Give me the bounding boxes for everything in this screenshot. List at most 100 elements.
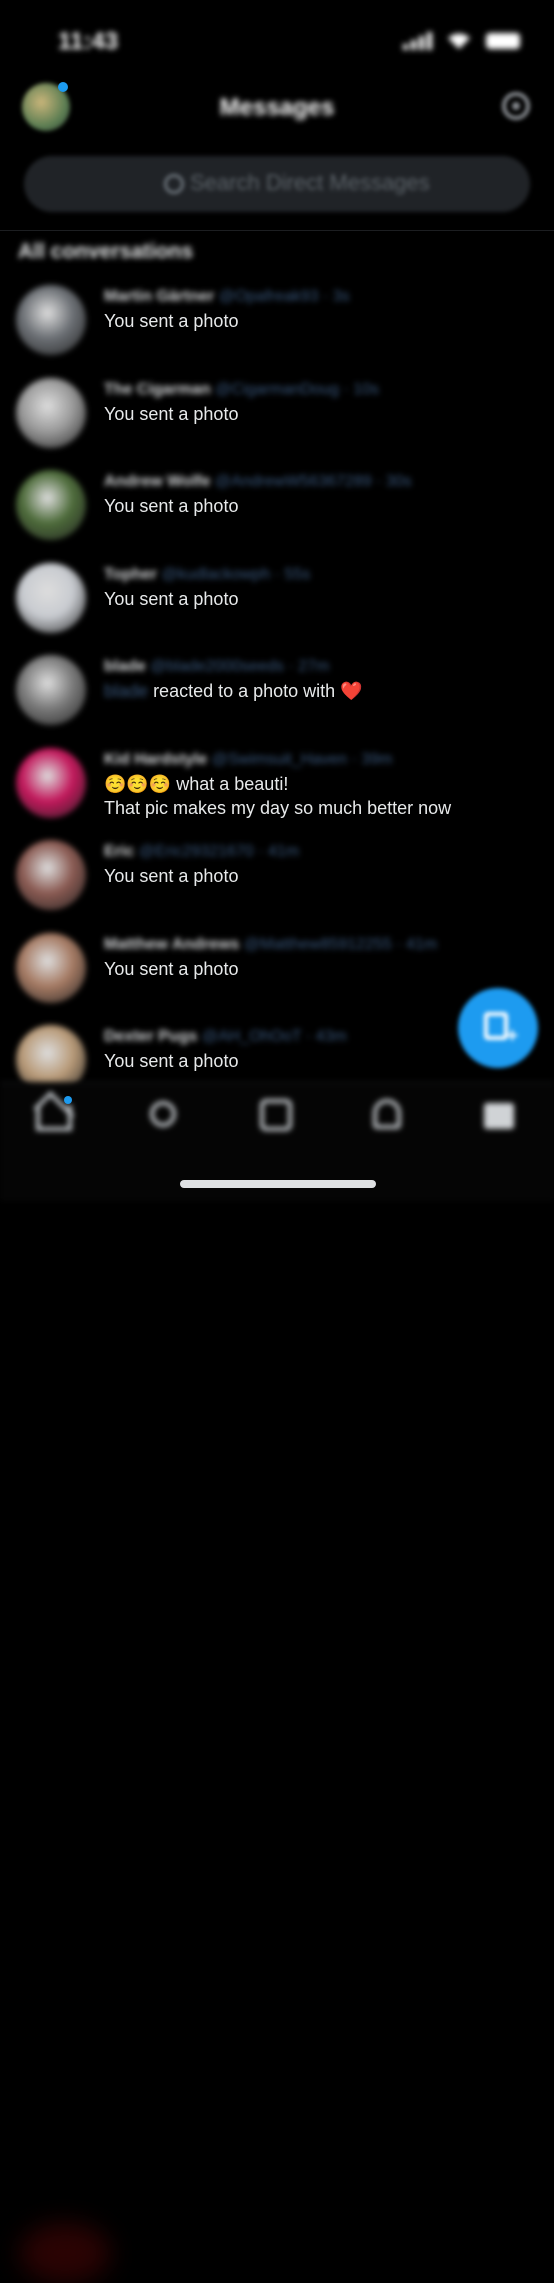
separator-dot: · (270, 565, 285, 583)
conversation-row[interactable]: The Cigarman @CigarmanDoug · 10s You sent… (0, 373, 554, 465)
conversation-row[interactable]: Andrew Wolfe @AndrewW56367289 · 30s You s… (0, 465, 554, 557)
conversation-time: 41m (406, 935, 438, 953)
conversation-row[interactable]: Eric @Eric29321670 · 41m You sent a photo (0, 835, 554, 927)
conversation-handle: @AH_OhOoT (201, 1028, 302, 1045)
conversation-name: The Cigarman (104, 380, 211, 398)
conversation-avatar[interactable] (16, 747, 86, 818)
conversation-preview: ☺️☺️☺️ what a beauti! (104, 774, 288, 795)
conversation-time: 39m (361, 750, 393, 768)
conversation-handle: @kudlackowph (161, 565, 271, 583)
conversation-meta: Topher @kudlackowph · 55s (104, 566, 310, 584)
conversation-meta: Matthew Andrews @Matthew85912255 · 41m (104, 936, 437, 954)
preview-text: You sent a photo (104, 588, 239, 609)
conversation-preview: blade reacted to a photo with ❤️ (104, 681, 363, 702)
separator-dot: · (301, 1028, 316, 1045)
heart-reaction-icon: ❤️ (340, 681, 363, 701)
battery-icon (486, 33, 520, 49)
preview-text: ☺️☺️☺️ what a beauti! (104, 773, 289, 794)
conversation-preview: You sent a photo (104, 404, 238, 425)
search-input[interactable]: Search Direct Messages (190, 170, 430, 196)
conversation-handle: @Swimsuit_Haven (211, 750, 347, 768)
conversation-handle: @AndrewW56367289 (214, 473, 372, 490)
conversation-name: blade (104, 658, 146, 675)
divider (0, 230, 554, 231)
conversation-handle: @Eric29321670 (138, 843, 254, 860)
conversation-meta: blade @blade2000seeds · 27m (104, 658, 329, 676)
conversation-meta: Eric @Eric29321670 · 41m (104, 843, 299, 861)
conversation-preview: You sent a photo (104, 589, 238, 610)
separator-dot: · (339, 380, 354, 398)
separator-dot: · (283, 658, 299, 675)
conversation-meta: Kid Hardstyle @Swimsuit_Haven · 39m (104, 751, 392, 769)
conversation-preview: You sent a photo (104, 496, 238, 517)
explore-search-icon[interactable] (150, 1101, 176, 1127)
conversation-handle: @Opafreak93 (218, 288, 319, 305)
search-bar[interactable]: Search Direct Messages (24, 156, 530, 212)
header: Messages (0, 80, 554, 140)
conversation-avatar[interactable] (16, 840, 86, 910)
conversation-name: Dexter Pugs (104, 1028, 198, 1045)
signal-icon (403, 32, 432, 50)
conversation-handle: @blade2000seeds (150, 658, 284, 675)
preview-text: You sent a photo (104, 496, 239, 516)
conversation-name: Eric (104, 843, 135, 860)
conversation-preview: You sent a photo (104, 959, 238, 980)
preview-text: You sent a photo (104, 958, 239, 979)
page-title: Messages (219, 94, 335, 121)
conversation-preview: You sent a photo (104, 866, 238, 887)
conversation-avatar[interactable] (16, 932, 86, 1003)
separator-dot: · (347, 750, 362, 768)
conversation-row[interactable]: Kid Hardstyle @Swimsuit_Haven · 39m ☺️☺️☺… (0, 743, 554, 835)
separator-dot: · (253, 843, 268, 860)
preview-text: You sent a photo (104, 866, 239, 886)
glow-decoration (20, 2223, 110, 2283)
conversation-handle: @CigarmanDoug (215, 380, 339, 398)
conversation-meta: The Cigarman @CigarmanDoug · 10s (104, 381, 379, 399)
conversation-name: Andrew Wolfe (104, 473, 211, 490)
conversation-preview: You sent a photo (104, 311, 238, 332)
conversation-time: 27m (298, 658, 330, 675)
preview-text: You sent a photo (104, 1051, 239, 1071)
conversation-meta: Andrew Wolfe @AndrewW56367289 · 30s (104, 473, 412, 491)
conversation-time: 43m (315, 1028, 347, 1045)
conversation-avatar[interactable] (16, 470, 86, 540)
status-bar: 11:43 (0, 0, 554, 80)
conversation-time: 55s (284, 565, 311, 583)
new-message-button[interactable] (458, 988, 538, 1068)
notifications-bell-icon[interactable] (373, 1099, 401, 1129)
conversation-row[interactable]: blade @blade2000seeds · 27m blade reacted… (0, 650, 554, 742)
preview-text: You sent a photo (104, 403, 239, 424)
preview-blurred-name: blade (104, 681, 149, 701)
conversation-name: Matthew Andrews (104, 935, 240, 953)
conversation-avatar[interactable] (16, 562, 86, 633)
home-indicator[interactable] (180, 1180, 376, 1188)
conversation-time: 30s (385, 473, 412, 490)
conversation-row[interactable]: Topher @kudlackowph · 55s You sent a phot… (0, 558, 554, 650)
home-icon[interactable] (36, 1105, 72, 1131)
conversation-name: Topher (104, 565, 158, 583)
messages-mail-icon[interactable] (484, 1103, 514, 1129)
conversation-name: Kid Hardstyle (104, 750, 208, 768)
status-icons (403, 32, 520, 50)
section-title: All conversations (18, 240, 194, 263)
separator-dot: · (371, 473, 386, 490)
status-time: 11:43 (58, 28, 119, 55)
conversation-preview: You sent a photo (104, 1051, 238, 1072)
conversation-row[interactable]: Martin Gärtner @Opafreak93 · 3s You sent … (0, 280, 554, 372)
settings-gear-icon[interactable] (502, 92, 530, 120)
preview-text: You sent a photo (104, 311, 239, 331)
conversation-time: 41m (267, 843, 300, 860)
notification-dot (58, 82, 68, 92)
conversation-time: 10s (353, 380, 380, 398)
preview-text: reacted to a photo with (153, 681, 336, 701)
separator-dot: · (391, 935, 406, 953)
home-notification-dot (64, 1096, 72, 1104)
conversation-avatar[interactable] (16, 377, 86, 448)
conversation-avatar[interactable] (16, 285, 86, 355)
conversation-meta: Dexter Pugs @AH_OhOoT · 43m (104, 1028, 347, 1046)
conversation-handle: @Matthew85912255 (243, 935, 392, 953)
conversation-avatar[interactable] (16, 655, 86, 725)
wifi-icon (448, 33, 470, 49)
search-icon (164, 174, 184, 194)
grok-icon[interactable] (260, 1099, 292, 1131)
